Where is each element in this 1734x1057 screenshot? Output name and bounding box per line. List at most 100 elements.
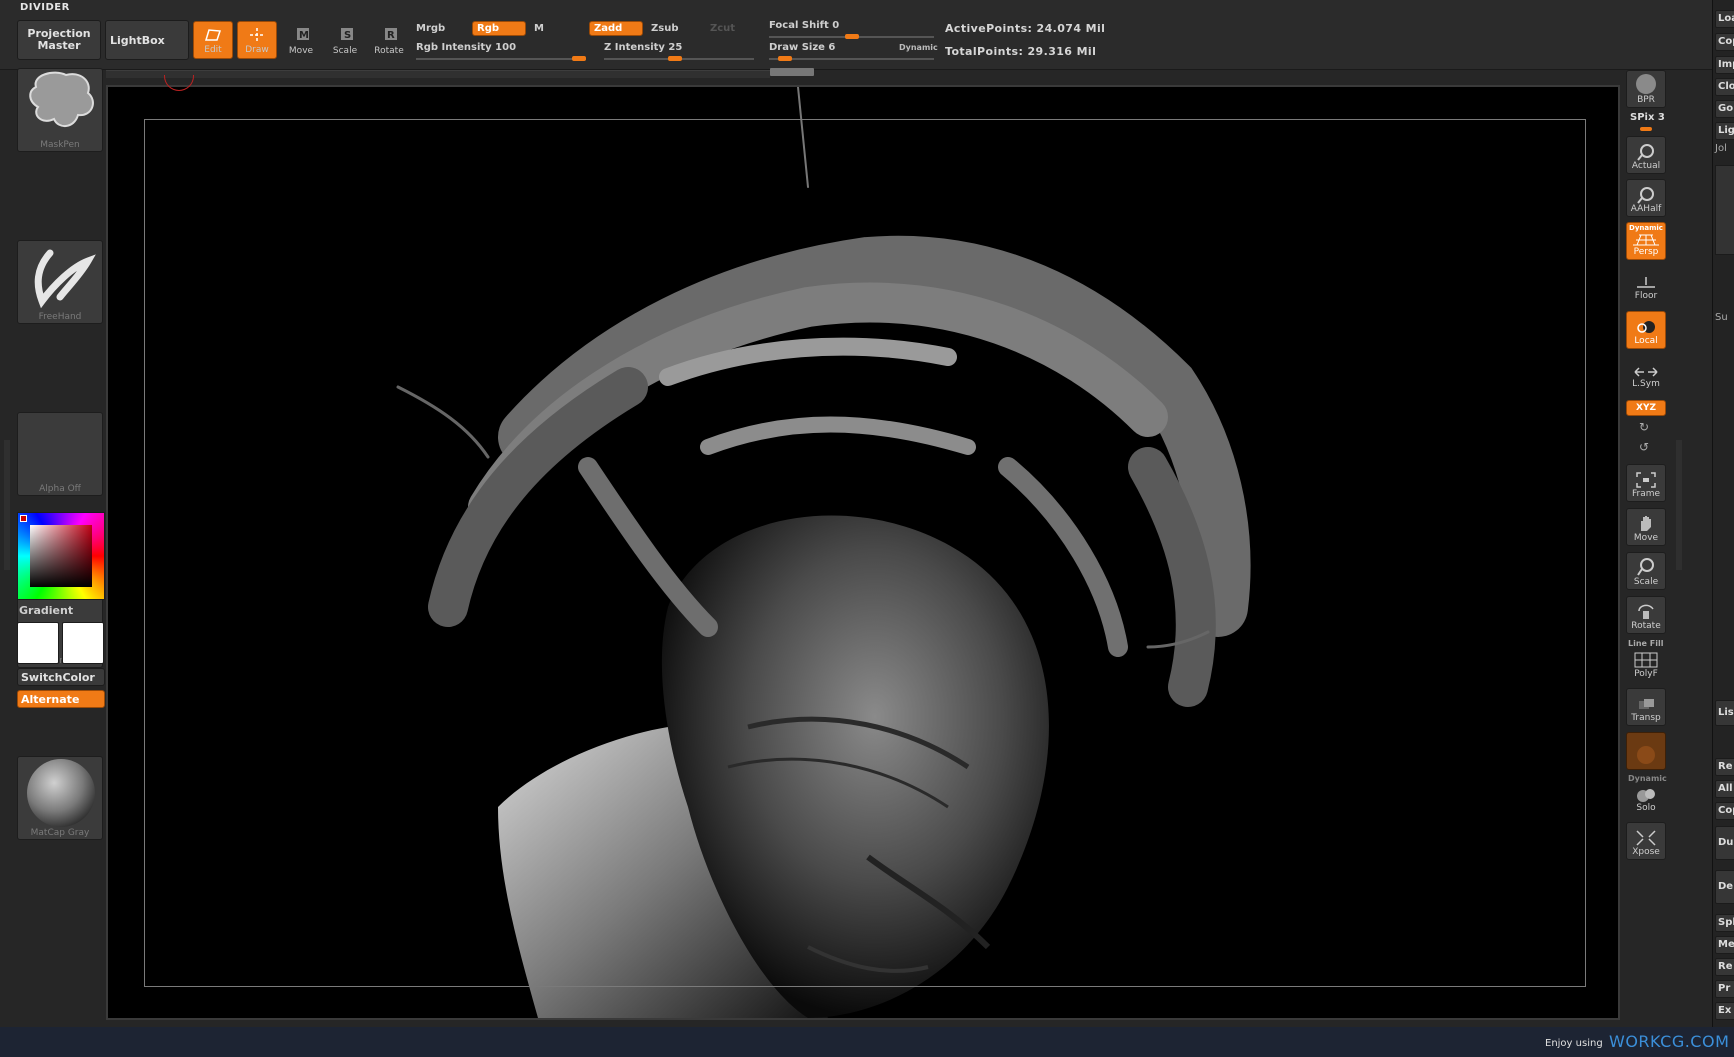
alternate-button[interactable]: Alternate — [17, 690, 105, 708]
rotate-hand-icon — [1638, 604, 1654, 619]
svg-text:S: S — [344, 30, 351, 41]
xpose-arrows-icon — [1636, 830, 1656, 846]
aahalf-button[interactable]: AAHalf — [1626, 179, 1666, 217]
tray-copy[interactable]: Cop — [1715, 33, 1734, 51]
secondary-color-swatch[interactable] — [62, 622, 104, 664]
m-toggle[interactable]: M — [534, 23, 544, 34]
xpose-button[interactable]: Xpose — [1626, 822, 1666, 860]
polyf-button[interactable]: PolyF — [1626, 644, 1666, 682]
zsub-toggle[interactable]: Zsub — [651, 23, 678, 34]
polyframe-grid-icon — [1634, 652, 1658, 668]
ghost-icon — [1637, 746, 1655, 764]
lightbox-button[interactable]: LightBox — [105, 20, 189, 60]
top-toolbar: DIVIDER Projection Master LightBox Edit … — [0, 0, 1734, 76]
tray-goz[interactable]: Go — [1715, 100, 1734, 118]
rgb-intensity-label: Rgb Intensity 100 — [416, 42, 517, 53]
right-tray: Loa Cop Imp Clo Go Lig Jol Su Lis Re All… — [1712, 0, 1734, 1030]
symmetry-arrows-icon — [1634, 367, 1658, 377]
scale-tool-button[interactable]: S Scale — [325, 21, 365, 59]
rgb-intensity-slider[interactable] — [416, 58, 586, 60]
tray-merge[interactable]: Me — [1715, 936, 1734, 954]
stroke-selector[interactable]: FreeHand — [17, 240, 103, 324]
xyz-button[interactable]: XYZ — [1626, 400, 1666, 416]
draw-size-label: Draw Size 6 — [769, 42, 836, 53]
material-selector[interactable]: MatCap Gray — [17, 756, 103, 840]
rotate-view-button[interactable]: Rotate — [1626, 596, 1666, 634]
tray-split[interactable]: Spl — [1715, 914, 1734, 932]
tray-thumbnail[interactable] — [1715, 165, 1734, 255]
rgb-toggle[interactable]: Rgb — [472, 21, 526, 36]
tray-project[interactable]: Pr — [1715, 980, 1734, 998]
rgb-intensity-knob[interactable] — [572, 56, 586, 61]
alpha-selector[interactable]: Alpha Off — [17, 412, 103, 496]
rotate-tool-button[interactable]: R Rotate — [369, 21, 409, 59]
transp-button[interactable]: Transp — [1626, 688, 1666, 726]
left-panel: MaskPen FreeHand Alpha Off Texture Off M… — [14, 66, 106, 1026]
floor-icon — [1637, 277, 1655, 288]
move-tool-button[interactable]: M Move — [281, 21, 321, 59]
magnifier-icon — [1637, 558, 1654, 576]
frame-corners-icon — [1636, 472, 1656, 488]
color-picker-marker[interactable] — [20, 515, 27, 522]
tray-load[interactable]: Loa — [1715, 10, 1734, 28]
draw-size-slider[interactable] — [769, 58, 934, 60]
zadd-toggle[interactable]: Zadd — [589, 21, 643, 36]
focal-shift-knob[interactable] — [845, 34, 859, 39]
svg-text:R: R — [387, 30, 395, 41]
edit-tool-button[interactable]: Edit — [193, 21, 233, 59]
color-picker[interactable] — [17, 512, 105, 600]
rotate-z-icon[interactable]: ↺ — [1639, 440, 1649, 454]
rotate-y-icon[interactable]: ↻ — [1639, 420, 1649, 434]
draw-tool-button[interactable]: Draw — [237, 21, 277, 59]
left-resize-handle[interactable] — [4, 440, 10, 570]
brush-selector[interactable]: MaskPen — [17, 68, 103, 152]
z-intensity-label: Z Intensity 25 — [604, 42, 683, 53]
persp-button[interactable]: Dynamic Persp — [1626, 222, 1666, 260]
tray-delete[interactable]: De — [1715, 870, 1734, 904]
tray-copy2[interactable]: Cop — [1715, 802, 1734, 820]
focal-shift-label: Focal Shift 0 — [769, 20, 840, 31]
solo-spheres-icon — [1637, 789, 1655, 802]
dynamic-toggle[interactable]: Dynamic — [899, 43, 938, 52]
scale-icon: S — [341, 28, 353, 41]
tray-clone[interactable]: Clo — [1715, 78, 1734, 96]
solo-button[interactable]: Solo — [1626, 778, 1666, 816]
projection-master-button[interactable]: Projection Master — [17, 20, 101, 60]
active-points: ActivePoints: 24.074 Mil — [945, 22, 1106, 35]
local-button[interactable]: Local — [1626, 311, 1666, 349]
main-color-swatch[interactable] — [17, 622, 59, 664]
shelf-scroll-tab[interactable] — [770, 68, 814, 76]
move-view-button[interactable]: Move — [1626, 508, 1666, 546]
tray-subtool: Su — [1715, 312, 1728, 323]
ghost-button[interactable] — [1626, 732, 1666, 770]
tray-jol: Jol — [1715, 143, 1727, 154]
maskpen-brush-icon — [29, 71, 94, 127]
bpr-sphere-icon — [1636, 74, 1656, 94]
scale-view-button[interactable]: Scale — [1626, 552, 1666, 590]
spix-slider-knob[interactable] — [1640, 127, 1652, 131]
panel-resize-handle[interactable] — [1676, 440, 1682, 570]
lsym-button[interactable]: L.Sym — [1626, 354, 1666, 392]
mrgb-toggle[interactable]: Mrgb — [416, 23, 445, 34]
frame-button[interactable]: Frame — [1626, 464, 1666, 502]
floor-button[interactable]: Floor — [1626, 266, 1666, 304]
tray-remesh[interactable]: Re — [1715, 958, 1734, 976]
tray-light[interactable]: Lig — [1715, 122, 1734, 140]
tray-rename[interactable]: Re — [1715, 758, 1734, 776]
draw-size-knob[interactable] — [778, 56, 792, 61]
color-picker-square[interactable] — [30, 525, 92, 587]
tray-list[interactable]: Lis — [1715, 700, 1734, 726]
switch-color-button[interactable]: SwitchColor — [17, 668, 105, 686]
right-shelf: BPR SPix 3 Actual AAHalf Dynamic Persp F… — [1622, 66, 1672, 866]
actual-button[interactable]: Actual — [1626, 136, 1666, 174]
spix-label: SPix 3 — [1630, 112, 1665, 123]
z-intensity-knob[interactable] — [668, 56, 682, 61]
zcut-toggle[interactable]: Zcut — [710, 23, 735, 34]
bpr-button[interactable]: BPR — [1626, 70, 1666, 108]
tray-all[interactable]: All — [1715, 780, 1734, 798]
tray-import[interactable]: Imp — [1715, 56, 1734, 74]
hand-icon — [1641, 516, 1651, 531]
tray-duplicate[interactable]: Du — [1715, 826, 1734, 860]
draw-icon — [250, 28, 264, 42]
tray-extract[interactable]: Ex — [1715, 1002, 1734, 1020]
